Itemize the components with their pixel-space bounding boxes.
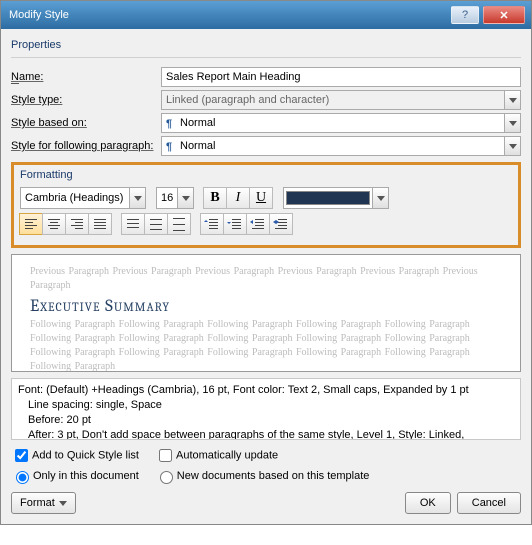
spacing-1-button[interactable]: [121, 213, 145, 235]
align-justify-button[interactable]: [88, 213, 112, 235]
formatting-group-label: Formatting: [20, 169, 512, 181]
preview-previous: Previous Paragraph Previous Paragraph Pr…: [30, 265, 502, 293]
color-swatch: [286, 191, 370, 205]
following-dropdown[interactable]: ¶Normal: [161, 136, 505, 156]
underline-button[interactable]: U: [249, 187, 273, 209]
based-on-dropdown-btn[interactable]: [505, 113, 521, 133]
preview-pane: Previous Paragraph Previous Paragraph Pr…: [11, 254, 521, 372]
space-before-inc-button[interactable]: [200, 213, 224, 235]
align-right-button[interactable]: [65, 213, 89, 235]
font-dropdown-btn[interactable]: [130, 187, 146, 209]
properties-group-label: Properties: [11, 39, 521, 51]
font-color-dropdown[interactable]: [283, 187, 389, 209]
format-button[interactable]: Format: [11, 492, 76, 514]
style-type-label: Style type:: [11, 94, 161, 106]
spacing-2-button[interactable]: [167, 213, 191, 235]
align-left-button[interactable]: [19, 213, 43, 235]
style-type-dropdown: Linked (paragraph and character): [161, 90, 505, 110]
size-dropdown-btn[interactable]: [178, 187, 194, 209]
titlebar: Modify Style ? ✕: [1, 1, 531, 29]
style-description: Font: (Default) +Headings (Cambria), 16 …: [11, 378, 521, 440]
indent-dec-button[interactable]: [246, 213, 270, 235]
following-label: Style for following paragraph:: [11, 140, 161, 152]
space-before-dec-button[interactable]: [223, 213, 247, 235]
based-on-dropdown[interactable]: ¶Normal: [161, 113, 505, 133]
preview-following: Following Paragraph Following Paragraph …: [30, 318, 502, 372]
window-title: Modify Style: [9, 9, 447, 21]
auto-update-checkbox[interactable]: Automatically update: [155, 446, 278, 465]
only-this-doc-radio[interactable]: Only in this document: [11, 468, 139, 484]
following-dropdown-btn[interactable]: [505, 136, 521, 156]
align-center-button[interactable]: [42, 213, 66, 235]
modify-style-dialog: Modify Style ? ✕ Properties Name: Style …: [0, 0, 532, 525]
color-dropdown-btn[interactable]: [373, 187, 389, 209]
preview-sample-text: Executive Summary: [30, 297, 502, 316]
cancel-button[interactable]: Cancel: [457, 492, 521, 514]
ok-button[interactable]: OK: [405, 492, 451, 514]
font-combo[interactable]: Cambria (Headings): [20, 187, 146, 209]
indent-inc-button[interactable]: [269, 213, 293, 235]
close-button[interactable]: ✕: [483, 6, 525, 24]
italic-button[interactable]: I: [226, 187, 250, 209]
based-on-label: Style based on:: [11, 117, 161, 129]
spacing-15-button[interactable]: [144, 213, 168, 235]
name-input[interactable]: [161, 67, 521, 87]
bold-button[interactable]: B: [203, 187, 227, 209]
name-label: Name:: [11, 71, 161, 83]
size-combo[interactable]: 16: [156, 187, 194, 209]
formatting-highlight: Formatting Cambria (Headings) 16 B I U: [11, 162, 521, 248]
help-button[interactable]: ?: [451, 6, 479, 24]
quick-style-checkbox[interactable]: Add to Quick Style list: [11, 446, 139, 465]
style-type-dropdown-btn: [505, 90, 521, 110]
new-docs-radio[interactable]: New documents based on this template: [155, 468, 370, 484]
